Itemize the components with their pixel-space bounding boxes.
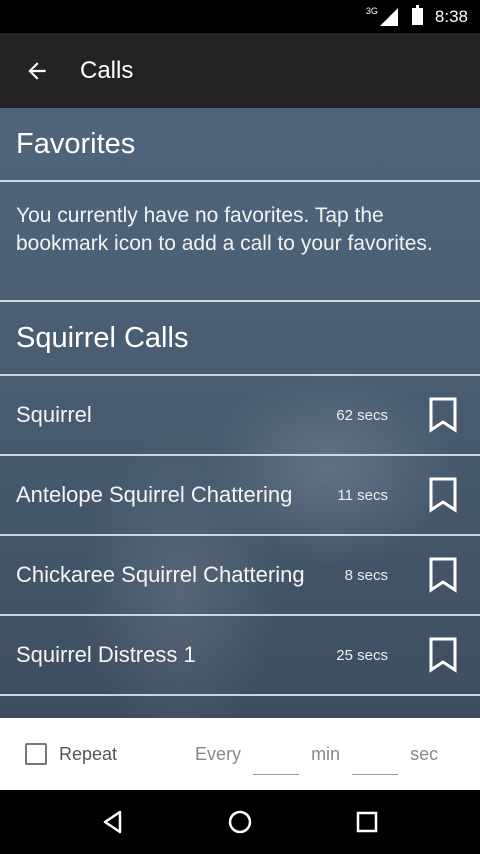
every-label: Every [195,743,242,764]
call-name: Squirrel Distress 1 [16,642,196,667]
call-duration: 62 secs [336,406,388,424]
sec-label: sec [410,743,439,764]
back-button[interactable] [0,33,74,108]
circle-home-icon [228,810,252,834]
min-label: min [311,743,341,764]
signal-icon [379,7,398,26]
bookmark-button[interactable] [406,455,480,535]
call-row[interactable]: Chickaree Squirrel Chattering 8 secs [0,536,480,616]
minutes-input[interactable] [253,745,300,775]
favorites-empty-message: You currently have no favorites. Tap the… [0,182,480,302]
repeat-label: Repeat [59,743,118,764]
status-time: 8:38 [434,6,468,26]
squirrel-calls-header: Squirrel Calls [0,302,480,376]
call-duration: 8 secs [344,566,388,584]
bookmark-icon [429,397,457,433]
call-duration: 11 secs [337,486,388,504]
call-duration: 25 secs [336,646,388,664]
seconds-input[interactable] [352,745,399,775]
call-name: Antelope Squirrel Chattering [16,482,293,507]
call-name: Squirrel [16,402,92,427]
nav-back-button[interactable] [83,790,143,854]
call-row[interactable]: Antelope Squirrel Chattering 11 secs [0,456,480,536]
square-recents-icon [356,811,377,833]
repeat-checkbox[interactable]: Repeat [25,743,117,765]
system-nav-bar [0,790,480,854]
nav-recents-button[interactable] [337,790,397,854]
status-bar: 3G 8:38 [0,0,480,33]
call-row[interactable]: Squirrel 62 secs [0,376,480,456]
bookmark-icon [429,557,457,593]
bookmark-button[interactable] [406,615,480,695]
calls-list[interactable]: Favorites You currently have no favorite… [0,108,480,718]
nav-home-button[interactable] [210,790,270,854]
bookmark-button[interactable] [406,535,480,615]
repeat-controls: Repeat Every min sec [0,718,480,790]
battery-icon [411,5,423,25]
bookmark-icon [429,477,457,513]
bookmark-button[interactable] [406,375,480,455]
checkbox-icon[interactable] [25,743,47,765]
network-type: 3G [365,5,378,16]
call-name: Chickaree Squirrel Chattering [16,562,305,587]
favorites-header: Favorites [0,108,480,182]
app-bar: Calls [0,33,480,108]
call-row[interactable]: Squirrel Distress 1 25 secs [0,616,480,696]
triangle-back-icon [104,810,122,834]
arrow-left-icon [28,61,46,80]
bookmark-icon [429,637,457,673]
page-title: Calls [80,56,134,84]
